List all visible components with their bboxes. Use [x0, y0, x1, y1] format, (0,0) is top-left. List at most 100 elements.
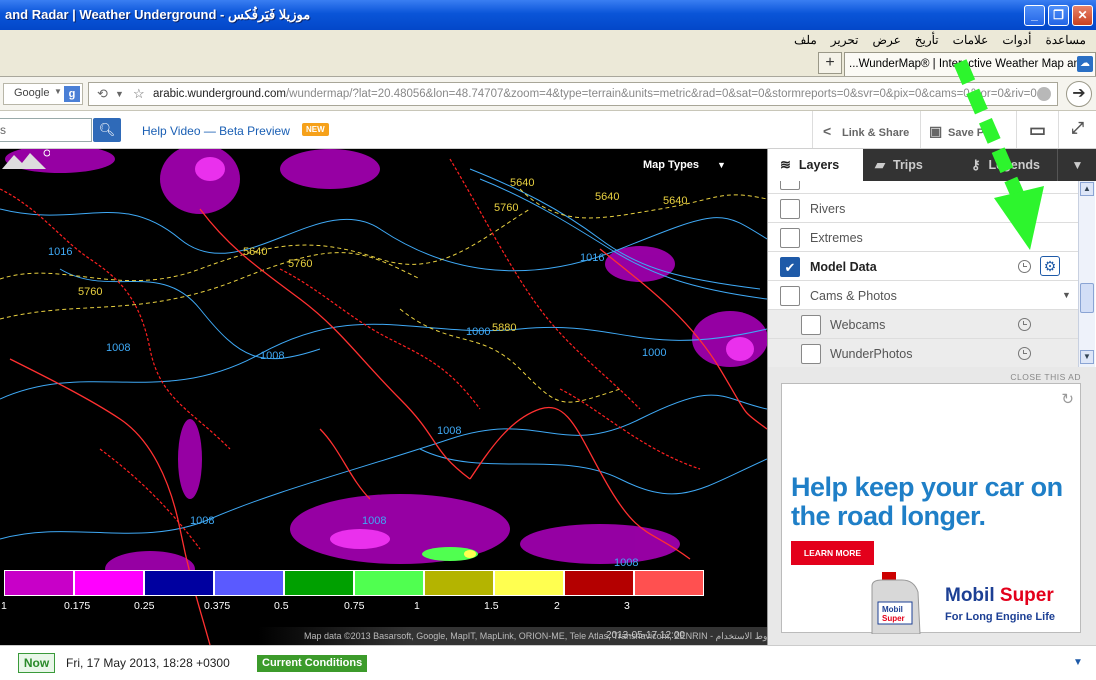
- learn-more-button[interactable]: LEARN MORE: [791, 541, 874, 565]
- window-title: and Radar | Weather Underground - موزيلا…: [5, 7, 311, 22]
- now-button[interactable]: Now: [18, 653, 55, 673]
- legend-label: 1: [1, 600, 7, 612]
- height-label: 5640: [663, 195, 687, 207]
- map-types-label: Map Types: [643, 159, 700, 171]
- expand-timeline-icon[interactable]: ▼: [1073, 657, 1083, 668]
- menu-help[interactable]: مساعدة: [1045, 33, 1086, 47]
- bookmark-star-icon[interactable]: ☆: [133, 86, 145, 102]
- menu-file[interactable]: ملف: [794, 33, 817, 47]
- cams-photos-checkbox[interactable]: [780, 286, 800, 306]
- link-share-button[interactable]: < Link & Share: [812, 111, 920, 148]
- legend-label: 0.5: [274, 600, 289, 612]
- tab-wundermap[interactable]: ...WunderMap® | Interactive Weather Map …: [844, 52, 1096, 76]
- reload-icon[interactable]: ⟲: [97, 86, 108, 102]
- go-button[interactable]: ➔: [1066, 81, 1092, 107]
- wunderphotos-checkbox[interactable]: [801, 344, 821, 364]
- current-conditions-badge[interactable]: Current Conditions: [257, 655, 368, 672]
- share-icon: <: [823, 123, 832, 139]
- maximize-button[interactable]: ❐: [1048, 5, 1069, 26]
- scroll-down-icon[interactable]: ▼: [1080, 350, 1094, 364]
- save-preset-button[interactable]: ▣ Save Pr: [920, 111, 1016, 148]
- height-label: 5640: [595, 191, 619, 203]
- rivers-checkbox[interactable]: [780, 199, 800, 219]
- isobar-label: 1008: [106, 342, 130, 354]
- close-ad-link[interactable]: CLOSE THIS AD: [1010, 372, 1081, 382]
- weather-map[interactable]: 1016 1008 1008 1008 1008 1008 1000 1000 …: [0, 149, 767, 645]
- scroll-thumb[interactable]: [1080, 283, 1094, 313]
- tab-trips-label: Trips: [893, 158, 923, 172]
- menu-bar: ملف تحرير عرض تأريخ علامات أدوات مساعدة: [0, 30, 1096, 50]
- wunderground-logo: [2, 149, 50, 169]
- url-text[interactable]: arabic.wunderground.com/wundermap/?lat=2…: [153, 88, 1041, 100]
- layers-scrollbar[interactable]: ▲ ▼: [1078, 181, 1095, 367]
- brand-name: Mobil: [945, 585, 995, 606]
- height-label: 5760: [494, 202, 518, 214]
- fullscreen-view-button[interactable]: ▭: [1016, 111, 1058, 148]
- link-share-label: Link & Share: [842, 127, 910, 139]
- clock-icon[interactable]: [1018, 260, 1031, 273]
- menu-edit[interactable]: تحرير: [831, 33, 859, 47]
- help-video-link[interactable]: Help Video — Beta Preview: [142, 124, 290, 138]
- expand-caret-icon[interactable]: ▼: [1062, 290, 1071, 300]
- layer-row-cams-photos[interactable]: Cams & Photos ▼: [768, 281, 1078, 310]
- search-engine-selector[interactable]: Google ▼ g: [3, 83, 83, 105]
- legend-swatch: [214, 570, 284, 596]
- tab-layers-label: Layers: [798, 158, 840, 172]
- dropdown-caret-icon: ▼: [54, 87, 62, 96]
- extremes-checkbox[interactable]: [780, 228, 800, 248]
- tab-strip: + ...WunderMap® | Interactive Weather Ma…: [0, 50, 1096, 77]
- search-button[interactable]: 🔍︎: [93, 118, 121, 142]
- close-button[interactable]: ✕: [1072, 5, 1093, 26]
- layer-checkbox[interactable]: [780, 181, 800, 190]
- site-toolbar: s 🔍︎ Help Video — Beta Preview NEW < Link…: [0, 111, 1096, 149]
- model-data-checkbox[interactable]: ✔: [780, 257, 800, 277]
- advertisement[interactable]: ↻ Help keep your car on the road longer.…: [781, 383, 1081, 634]
- url-bar[interactable]: ⟲ ▼ ☆ arabic.wunderground.com/wundermap/…: [88, 82, 1058, 106]
- isobar-label: 1000: [642, 347, 666, 359]
- save-icon: ▣: [929, 123, 943, 139]
- legend-label: 0.375: [204, 600, 231, 612]
- scroll-up-icon[interactable]: ▲: [1080, 182, 1094, 196]
- gear-icon[interactable]: ⚙: [1040, 256, 1060, 276]
- clock-icon[interactable]: [1018, 347, 1031, 360]
- tab-legends-label: Legends: [988, 158, 1040, 172]
- history-dropdown-icon[interactable]: ▼: [115, 89, 124, 99]
- layer-row-wunderphotos[interactable]: WunderPhotos: [768, 339, 1078, 367]
- map-attribution: Map data ©2013 Basarsoft, Google, MapIT,…: [258, 627, 767, 645]
- layer-label: Webcams: [830, 318, 886, 332]
- expand-button[interactable]: ⤢: [1058, 111, 1096, 148]
- layer-row-rivers[interactable]: Rivers: [768, 194, 1078, 223]
- layer-label: Model Data: [810, 260, 877, 274]
- save-preset-label: Save Pr: [948, 127, 989, 139]
- tab-legends[interactable]: ⚷ Legends: [959, 149, 1057, 181]
- height-contours: [0, 188, 767, 403]
- brand-accent: Super: [999, 585, 1054, 606]
- refresh-icon[interactable]: ↻: [1061, 390, 1074, 408]
- location-search-input[interactable]: s: [0, 118, 92, 142]
- minimize-button[interactable]: _: [1024, 5, 1045, 26]
- map-types-dropdown[interactable]: Map Types ▼: [643, 159, 726, 171]
- legend-label: 0.75: [344, 600, 365, 612]
- attribution-text: Map data ©2013 Basarsoft, Google, MapIT,…: [304, 631, 767, 641]
- clock-icon[interactable]: [1018, 318, 1031, 331]
- new-tab-button[interactable]: +: [818, 52, 842, 74]
- menu-tools[interactable]: أدوات: [1002, 33, 1031, 47]
- site-identity-icon[interactable]: [1037, 87, 1051, 101]
- menu-bookmarks[interactable]: علامات: [953, 33, 989, 47]
- tab-trips[interactable]: ▰ Trips: [863, 149, 959, 181]
- menu-view[interactable]: عرض: [872, 33, 900, 47]
- layer-row-webcams[interactable]: Webcams: [768, 310, 1078, 339]
- legend-swatch: [564, 570, 634, 596]
- webcams-checkbox[interactable]: [801, 315, 821, 335]
- isobar-label: 1016: [48, 246, 72, 258]
- height-label: 5640: [510, 177, 534, 189]
- tab-layers[interactable]: ≋ Layers: [768, 149, 863, 181]
- isobar-label: 1000: [466, 326, 490, 338]
- car-icon: ▰: [875, 157, 885, 172]
- menu-history[interactable]: تأريخ: [915, 33, 939, 47]
- panel-collapse-button[interactable]: ▼: [1057, 149, 1096, 181]
- layer-row-model-data[interactable]: ✔ Model Data ⚙: [768, 252, 1078, 281]
- layer-row-extremes[interactable]: Extremes: [768, 223, 1078, 252]
- legend-swatch: [494, 570, 564, 596]
- navigation-bar: Google ▼ g ⟲ ▼ ☆ arabic.wunderground.com…: [0, 77, 1096, 111]
